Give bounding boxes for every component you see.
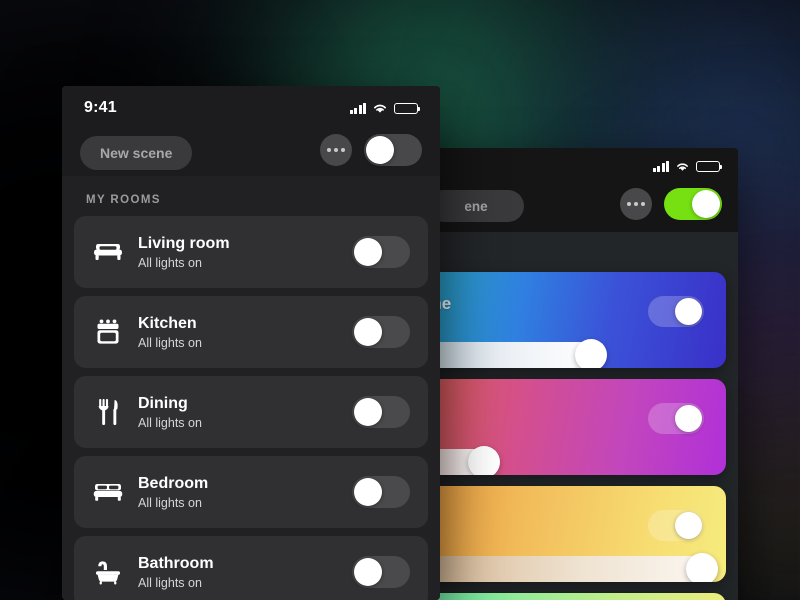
room-row[interactable]: Bathroom All lights on: [74, 536, 428, 600]
room-status: All lights on: [138, 255, 202, 270]
right-more-options-button[interactable]: [620, 188, 652, 220]
battery-icon: [394, 102, 421, 114]
left-phone-panel: 9:41 New scene MY ROOMS Living room All …: [62, 86, 440, 600]
room-toggle[interactable]: [352, 236, 410, 268]
room-row[interactable]: Kitchen All lights on: [74, 296, 428, 368]
room-list: Living room All lights on Kitchen All li…: [74, 216, 428, 600]
room-text: Dining All lights on: [138, 394, 352, 429]
toggle-knob: [354, 478, 382, 506]
room-name: Bedroom: [138, 475, 209, 493]
room-status: All lights on: [138, 415, 202, 430]
left-top-bar: 9:41 New scene: [62, 86, 440, 176]
toggle-knob: [675, 512, 702, 539]
left-status-icons: [349, 102, 421, 114]
right-header-controls: [620, 188, 722, 220]
card-toggle[interactable]: [648, 296, 704, 327]
card-toggle[interactable]: [648, 510, 704, 541]
room-name: Kitchen: [138, 315, 197, 333]
room-toggle[interactable]: [352, 316, 410, 348]
battery-icon: [696, 160, 723, 172]
my-rooms-label: MY ROOMS: [86, 194, 161, 206]
room-text: Bathroom All lights on: [138, 554, 352, 589]
toggle-knob: [354, 398, 382, 426]
right-master-toggle[interactable]: [664, 188, 722, 220]
left-header-controls: [320, 134, 422, 166]
stove-icon: [88, 312, 128, 352]
room-name: Living room: [138, 235, 230, 253]
cellular-signal-icon: [652, 160, 669, 172]
bathtub-icon: [88, 552, 128, 592]
right-new-scene-button[interactable]: ene: [428, 190, 524, 222]
room-status: All lights on: [138, 495, 202, 510]
room-name: Dining: [138, 395, 188, 413]
master-toggle[interactable]: [364, 134, 422, 166]
brightness-slider-knob[interactable]: [575, 339, 608, 368]
toggle-knob: [354, 318, 382, 346]
toggle-knob: [675, 298, 702, 325]
cellular-signal-icon: [349, 102, 366, 114]
wifi-icon: [374, 104, 386, 113]
room-text: Kitchen All lights on: [138, 314, 352, 349]
toggle-knob: [675, 405, 702, 432]
bed-icon: [88, 472, 128, 512]
brightness-slider-knob[interactable]: [686, 553, 719, 582]
room-name: Bathroom: [138, 555, 214, 573]
left-status-bar: 9:41: [62, 86, 440, 130]
room-status: All lights on: [138, 335, 202, 350]
sofa-icon: [88, 232, 128, 272]
brightness-slider-knob[interactable]: [468, 446, 501, 475]
room-row[interactable]: Dining All lights on: [74, 376, 428, 448]
screenshot-stage: ene MS Room Name All lights on Kitchen A…: [0, 0, 800, 600]
room-text: Living room All lights on: [138, 234, 352, 269]
room-toggle[interactable]: [352, 556, 410, 588]
room-row[interactable]: Living room All lights on: [74, 216, 428, 288]
toggle-knob: [692, 190, 720, 218]
toggle-knob: [354, 238, 382, 266]
new-scene-button[interactable]: New scene: [80, 136, 193, 170]
cutlery-icon: [88, 392, 128, 432]
wifi-icon: [677, 162, 688, 171]
room-toggle[interactable]: [352, 396, 410, 428]
status-bar-time: 9:41: [84, 99, 117, 116]
card-toggle[interactable]: [648, 403, 704, 434]
room-row[interactable]: Bedroom All lights on: [74, 456, 428, 528]
right-status-icons: [652, 160, 723, 172]
left-panel-body: MY ROOMS Living room All lights on Kitch…: [62, 176, 440, 600]
toggle-knob: [366, 136, 394, 164]
room-toggle[interactable]: [352, 476, 410, 508]
more-options-button[interactable]: [320, 134, 352, 166]
room-text: Bedroom All lights on: [138, 474, 352, 509]
toggle-knob: [354, 558, 382, 586]
room-status: All lights on: [138, 575, 202, 590]
